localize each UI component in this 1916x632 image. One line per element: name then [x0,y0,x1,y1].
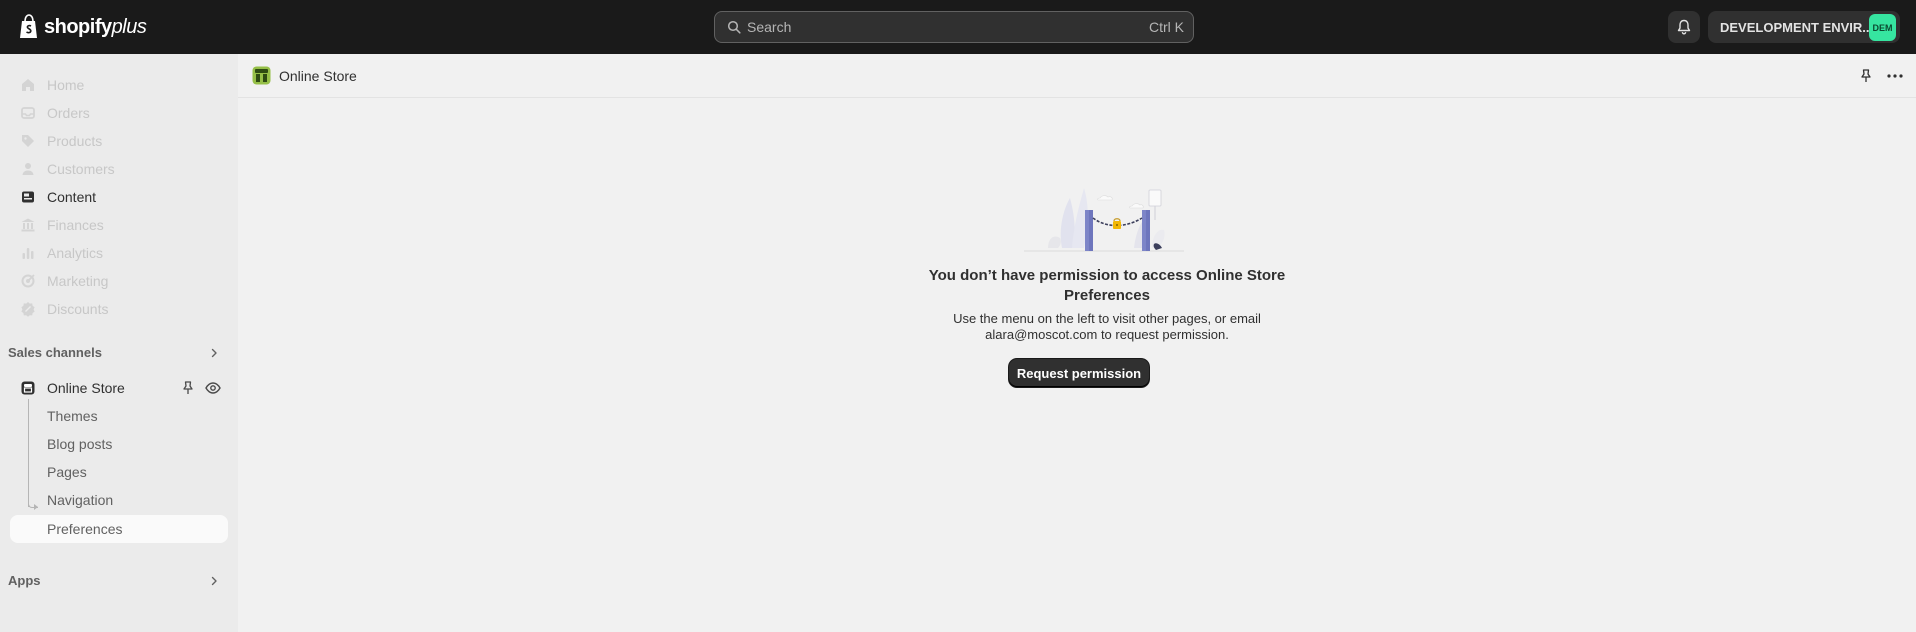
sidebar-item-label: Online Store [47,380,125,396]
pin-icon[interactable] [1858,68,1874,84]
page-header: Online Store [238,54,1916,98]
sidebar-subitem-blog-posts[interactable]: Blog posts [10,430,228,458]
sidebar-item-marketing[interactable]: Marketing [10,267,228,295]
sidebar-item-label: Marketing [47,273,109,289]
sidebar-item-label: Content [47,189,97,205]
bank-icon [21,218,35,232]
shopify-plus-logo[interactable]: shopifyplus [18,13,147,41]
discount-icon [21,302,35,317]
sidebar: Home Orders Products Customers Content F… [0,54,238,632]
sidebar-item-customers[interactable]: Customers [10,155,228,183]
sidebar-subitem-label: Pages [47,464,87,480]
search-icon [727,20,741,34]
sidebar-item-products[interactable]: Products [10,127,228,155]
sidebar-subitem-label: Navigation [47,492,114,508]
notifications-button[interactable] [1668,11,1700,43]
sidebar-subitem-label: Preferences [47,521,123,537]
sidebar-subitem-navigation[interactable]: Navigation [10,486,228,514]
sidebar-item-label: Analytics [47,245,104,261]
sidebar-subitem-themes[interactable]: Themes [10,402,228,430]
home-icon [22,79,34,91]
shopify-bag-icon [20,14,37,38]
empty-state-description: Use the menu on the left to visit other … [953,311,1261,342]
sidebar-item-label: Discounts [47,301,109,317]
more-actions-icon[interactable] [1886,68,1904,84]
online-store-app-icon [252,66,271,85]
sidebar-subitem-label: Blog posts [47,436,113,452]
logo-plus-text: plus [111,15,147,38]
search-shortcut-hint: Ctrl K [1149,19,1184,35]
pin-icon[interactable] [180,380,196,396]
request-permission-button[interactable]: Request permission [1009,359,1149,387]
sidebar-subitem-preferences[interactable]: Preferences [10,515,228,543]
person-icon [22,163,34,175]
sidebar-item-label: Finances [47,217,104,233]
sidebar-item-home[interactable]: Home [10,71,228,99]
sidebar-item-content[interactable]: Content [10,183,228,211]
sidebar-subitem-label: Themes [47,408,98,424]
image-icon [22,191,34,203]
sidebar-item-finances[interactable]: Finances [10,211,228,239]
sidebar-item-label: Orders [47,105,90,121]
target-icon [21,274,35,288]
sidebar-item-online-store[interactable]: Online Store [10,374,228,402]
main-content: Online Store You don’t have permission t… [238,54,1916,632]
locked-gate-illustration [1024,188,1184,252]
apps-chevron-icon[interactable] [208,575,220,587]
apps-heading: Apps [8,573,41,588]
empty-state-title: You don’t have permission to access Onli… [928,267,1286,304]
store-name: DEVELOPMENT ENVIR... [1720,20,1874,35]
inbox-icon [21,107,35,119]
sidebar-item-orders[interactable]: Orders [10,99,228,127]
bar-chart-icon [22,248,34,259]
store-switcher-button[interactable]: DEVELOPMENT ENVIR... DEM [1708,11,1900,43]
store-icon [21,381,35,395]
sidebar-item-label: Home [47,77,85,93]
tag-icon [22,135,34,147]
top-bar: shopifyplus Search Ctrl K DEVELOPMENT EN… [0,0,1916,54]
bell-icon [1677,19,1691,35]
store-avatar: DEM [1869,14,1896,41]
sales-channels-chevron-icon[interactable] [208,347,220,359]
search-bar[interactable]: Search Ctrl K [714,11,1194,43]
sidebar-item-label: Customers [47,161,115,177]
search-placeholder: Search [747,19,792,35]
logo-text: shopify [44,15,112,38]
sidebar-item-discounts[interactable]: Discounts [10,295,228,323]
sidebar-subitem-pages[interactable]: Pages [10,458,228,486]
sales-channels-heading: Sales channels [8,345,102,360]
page-title: Online Store [279,68,357,84]
sidebar-item-analytics[interactable]: Analytics [10,239,228,267]
sidebar-item-label: Products [47,133,103,149]
eye-icon[interactable] [205,380,221,396]
